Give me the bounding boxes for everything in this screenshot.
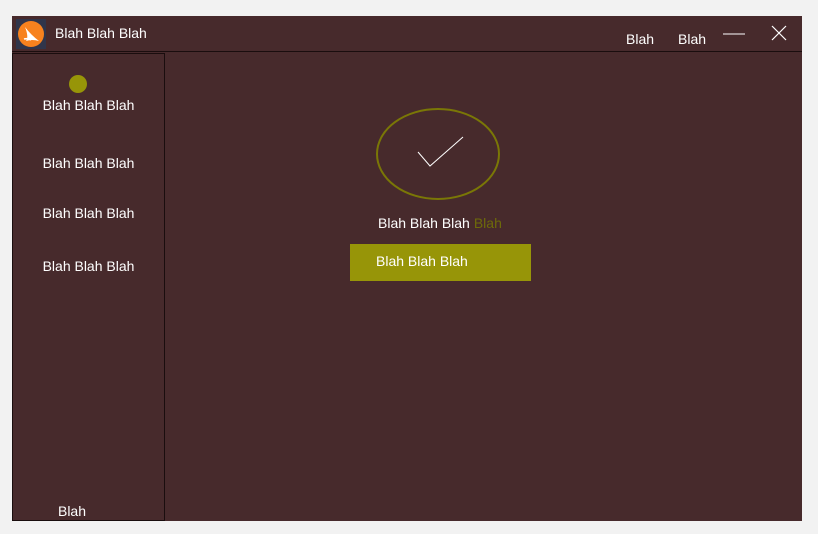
minimize-icon — [723, 33, 745, 35]
status-message: Blah Blah Blah Blah — [378, 215, 502, 231]
sidebar: Blah Blah Blah Blah Blah Blah Blah Blah … — [12, 53, 165, 521]
sidebar-item-4[interactable]: Blah Blah Blah — [13, 258, 164, 274]
checkmark-circle-icon — [376, 108, 500, 200]
orange-logo-icon — [16, 19, 46, 49]
app-window: Blah Blah Blah Blah Blah Blah Blah Blah … — [12, 16, 802, 521]
status-message-accent: Blah — [473, 215, 502, 231]
app-title: Blah Blah Blah — [55, 25, 147, 41]
header-link-2[interactable]: Blah — [678, 31, 706, 47]
sidebar-footer-link[interactable]: Blah — [13, 503, 131, 519]
main-content: Blah Blah Blah Blah Blah Blah Blah — [165, 53, 802, 521]
active-indicator-dot — [69, 75, 87, 93]
sidebar-item-3[interactable]: Blah Blah Blah — [13, 205, 164, 221]
header-link-1[interactable]: Blah — [626, 31, 654, 47]
sidebar-item-1[interactable]: Blah Blah Blah — [13, 97, 164, 113]
minimize-button[interactable] — [723, 24, 745, 44]
status-message-text: Blah Blah Blah — [378, 215, 470, 231]
title-bar: Blah Blah Blah Blah Blah — [12, 16, 802, 52]
sidebar-item-2[interactable]: Blah Blah Blah — [13, 155, 164, 171]
close-icon — [771, 25, 787, 41]
primary-action-button[interactable]: Blah Blah Blah — [350, 244, 531, 281]
close-button[interactable] — [770, 24, 792, 44]
